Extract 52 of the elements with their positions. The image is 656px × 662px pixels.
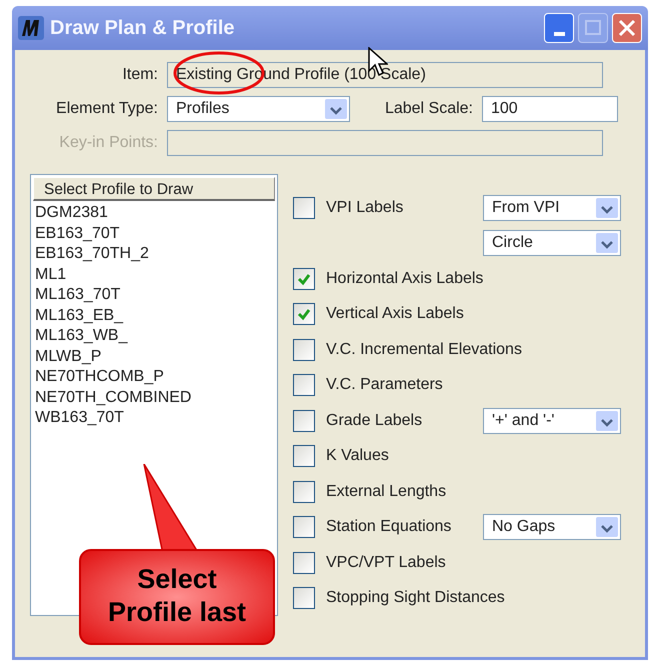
checkbox-label[interactable]: V.C. Incremental Elevations bbox=[326, 338, 522, 362]
checkbox-label[interactable]: Station Equations bbox=[326, 515, 452, 540]
checkbox[interactable] bbox=[293, 374, 315, 396]
list-item[interactable]: EB163_70TH_2 bbox=[31, 244, 277, 264]
label-scale-field[interactable]: 100 bbox=[482, 96, 618, 122]
list-item[interactable]: NE70THCOMB_P bbox=[31, 367, 277, 388]
checkbox[interactable] bbox=[293, 445, 315, 468]
checkbox-label[interactable]: Vertical Axis Labels bbox=[326, 302, 464, 326]
list-item[interactable]: ML163_70T bbox=[31, 285, 277, 306]
checkbox[interactable] bbox=[293, 552, 315, 574]
app-icon bbox=[18, 16, 44, 40]
list-item[interactable]: ML163_EB_ bbox=[31, 306, 277, 326]
checkbox[interactable] bbox=[293, 480, 315, 503]
window-title: Draw Plan & Profile bbox=[50, 16, 234, 41]
list-item[interactable]: NE70TH_COMBINED bbox=[31, 388, 277, 408]
checkbox-label[interactable]: VPI Labels bbox=[326, 196, 404, 220]
checkbox-label[interactable]: Grade Labels bbox=[326, 408, 422, 433]
checkbox-label[interactable]: K Values bbox=[326, 444, 389, 468]
list-item[interactable]: ML163_WB_ bbox=[31, 326, 277, 346]
checkbox-label[interactable]: Horizontal Axis Labels bbox=[326, 266, 484, 291]
list-item[interactable]: WB163_70T bbox=[31, 408, 277, 428]
dropdown[interactable]: From VPI bbox=[483, 194, 621, 221]
checkbox[interactable] bbox=[293, 196, 315, 219]
checkmark-icon bbox=[296, 306, 312, 322]
dropdown[interactable]: '+' and '-' bbox=[483, 408, 621, 434]
checkbox[interactable] bbox=[293, 268, 315, 290]
list-item[interactable]: EB163_70T bbox=[31, 224, 277, 244]
element-type-dropdown[interactable]: Profiles bbox=[167, 96, 350, 122]
list-item[interactable]: ML1 bbox=[31, 264, 277, 285]
dropdown[interactable]: Circle bbox=[483, 230, 621, 256]
element-type-label: Element Type: bbox=[55, 99, 159, 119]
label-scale-label: Label Scale: bbox=[384, 99, 474, 119]
minimize-icon bbox=[554, 32, 564, 36]
key-in-points-field[interactable] bbox=[167, 130, 603, 156]
checkbox[interactable] bbox=[293, 516, 315, 538]
list-item[interactable]: DGM2381 bbox=[31, 203, 277, 224]
minimize-button[interactable] bbox=[544, 13, 574, 43]
checkbox[interactable] bbox=[293, 410, 315, 432]
callout-bubble: Select Profile last bbox=[79, 549, 275, 645]
checkbox-label[interactable]: External Lengths bbox=[326, 480, 446, 504]
close-button[interactable] bbox=[612, 13, 642, 43]
key-in-points-label: Key-in Points: bbox=[58, 133, 159, 153]
checkbox[interactable] bbox=[293, 338, 315, 361]
checkbox[interactable] bbox=[293, 587, 315, 610]
checkbox-label[interactable]: VPC/VPT Labels bbox=[326, 550, 446, 575]
checkbox-label[interactable]: Stopping Sight Distances bbox=[326, 586, 505, 610]
item-label: Item: bbox=[121, 65, 159, 85]
list-item[interactable]: MLWB_P bbox=[31, 346, 277, 367]
checkbox-label[interactable]: V.C. Parameters bbox=[326, 373, 443, 398]
column-header[interactable]: Select Profile to Draw bbox=[33, 177, 275, 201]
checkbox[interactable] bbox=[293, 303, 315, 326]
dropdown[interactable]: No Gaps bbox=[483, 514, 621, 540]
